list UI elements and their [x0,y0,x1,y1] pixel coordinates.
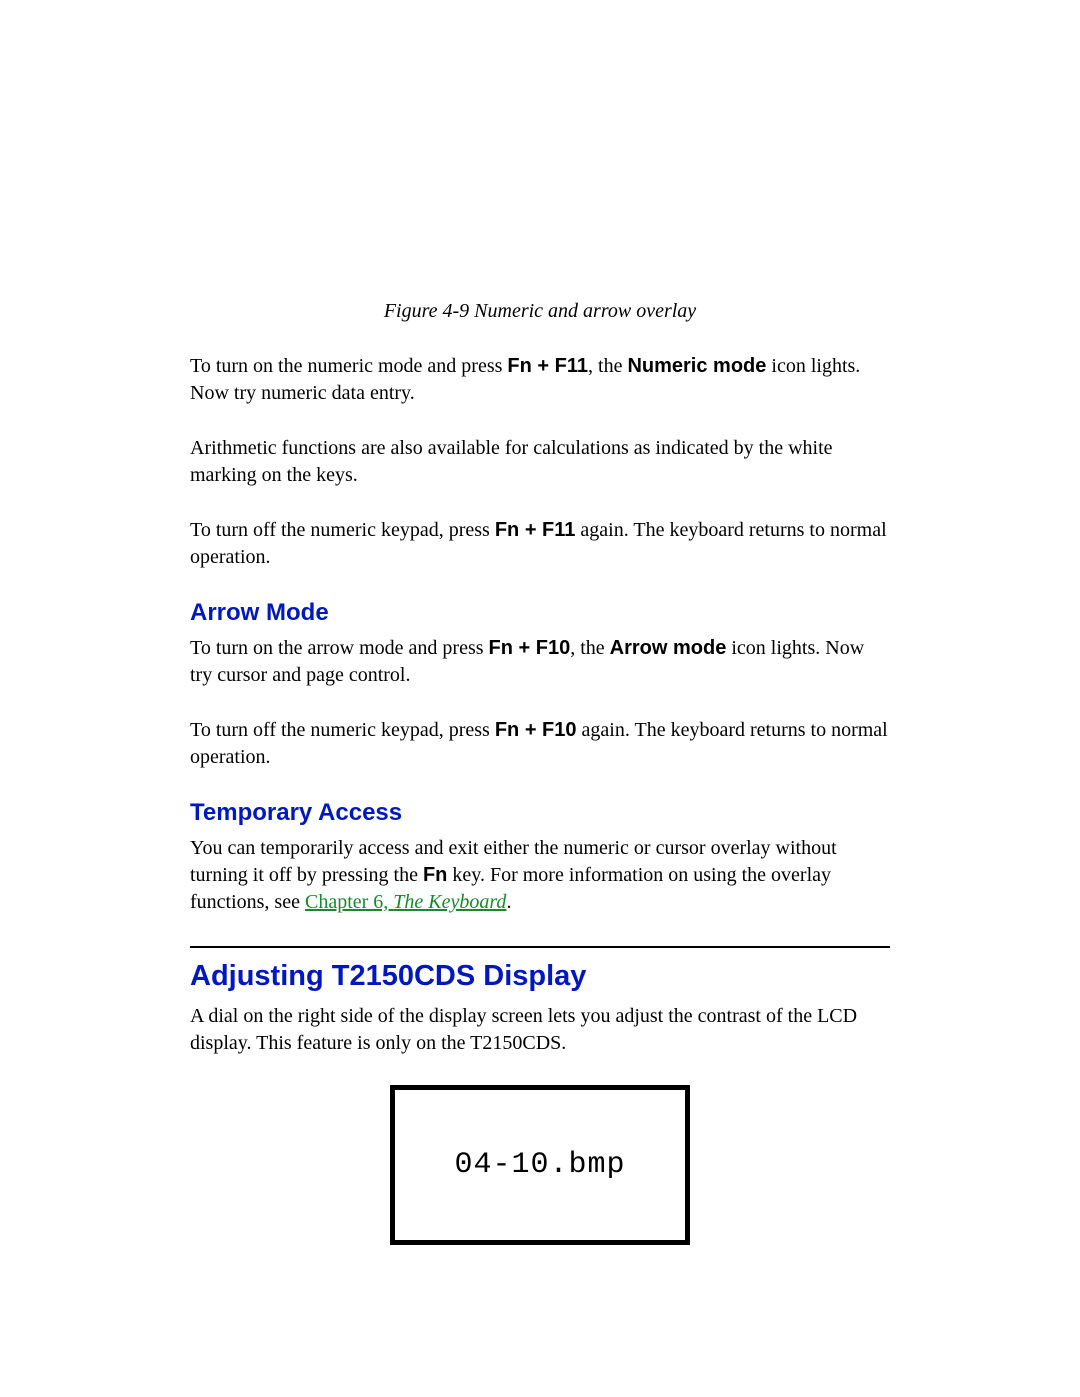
text: To turn on the arrow mode and press [190,637,489,659]
paragraph-numeric-on: To turn on the numeric mode and press Fn… [190,353,890,407]
section-divider [190,946,890,948]
heading-temporary-access: Temporary Access [190,799,890,827]
image-placeholder-box: 04-10.bmp [390,1085,690,1245]
image-placeholder-label: 04-10.bmp [454,1148,625,1182]
heading-adjusting-display: Adjusting T2150CDS Display [190,960,890,993]
link-part-2: The Keyboard [393,891,506,913]
text: To turn on the numeric mode and press [190,355,507,377]
paragraph-temporary: You can temporarily access and exit eith… [190,835,890,916]
keycombo: Fn + F10 [495,719,577,741]
heading-arrow-mode: Arrow Mode [190,599,890,627]
link-chapter-6[interactable]: Chapter 6, The Keyboard [305,891,506,913]
keycombo: Fn [423,864,447,886]
keycombo: Fn + F11 [507,355,588,377]
text: To turn off the numeric keypad, press [190,519,495,541]
link-part-1: Chapter 6, [305,891,393,913]
text: , the [588,355,627,377]
mode-name: Arrow mode [610,637,727,659]
paragraph-display: A dial on the right side of the display … [190,1003,890,1057]
text: . [506,891,511,913]
paragraph-arithmetic: Arithmetic functions are also available … [190,435,890,489]
document-page: Figure 4-9 Numeric and arrow overlay To … [0,0,1080,1397]
text: , the [570,637,609,659]
paragraph-arrow-off: To turn off the numeric keypad, press Fn… [190,717,890,771]
keycombo: Fn + F10 [489,637,571,659]
keycombo: Fn + F11 [495,519,576,541]
text: To turn off the numeric keypad, press [190,719,495,741]
mode-name: Numeric mode [627,355,766,377]
paragraph-numeric-off: To turn off the numeric keypad, press Fn… [190,517,890,571]
paragraph-arrow-on: To turn on the arrow mode and press Fn +… [190,635,890,689]
figure-caption: Figure 4-9 Numeric and arrow overlay [190,300,890,323]
